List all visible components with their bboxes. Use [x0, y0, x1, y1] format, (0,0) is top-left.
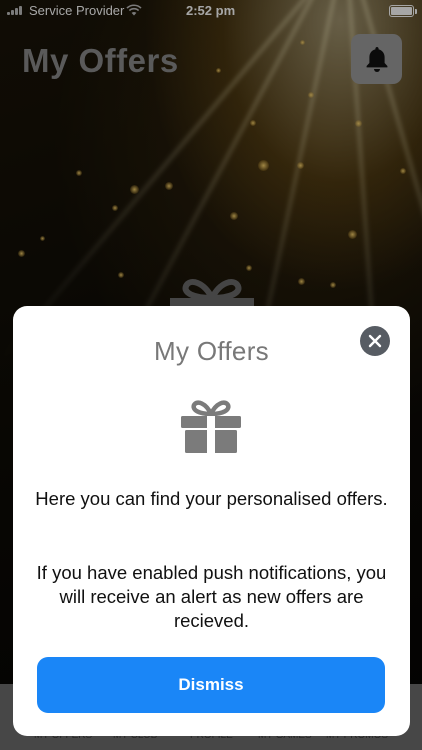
modal-title: My Offers	[154, 336, 269, 366]
offers-info-modal: My Offers Here you can find your persona…	[13, 306, 410, 736]
dismiss-button[interactable]: Dismiss	[37, 657, 385, 713]
modal-push-text: If you have enabled push notifications, …	[36, 562, 387, 631]
modal-intro-text: Here you can find your personalised offe…	[35, 488, 388, 509]
gift-icon	[181, 400, 241, 453]
